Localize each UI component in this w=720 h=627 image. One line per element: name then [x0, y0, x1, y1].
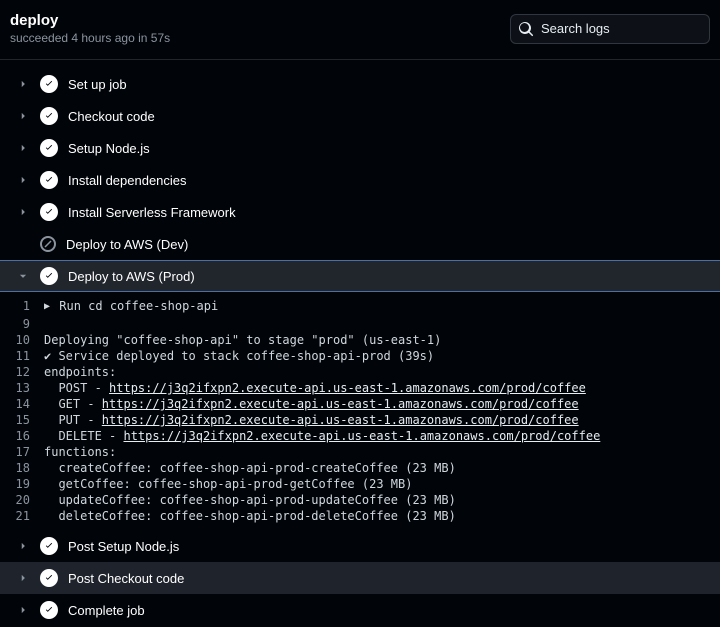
- endpoint-link-put[interactable]: https://j3q2ifxpn2.execute-api.us-east-1…: [102, 413, 579, 427]
- log-line[interactable]: 1▶ Run cd coffee-shop-api: [0, 298, 720, 316]
- log-line: 10Deploying "coffee-shop-api" to stage "…: [0, 332, 720, 348]
- endpoint-link-post[interactable]: https://j3q2ifxpn2.execute-api.us-east-1…: [109, 381, 586, 395]
- workflow-subtitle: succeeded 4 hours ago in 57s: [10, 31, 170, 45]
- chevron-right-icon: [16, 539, 30, 553]
- check-circle-icon: [40, 203, 58, 221]
- workflow-header: deploy succeeded 4 hours ago in 57s: [0, 0, 720, 60]
- check-circle-icon: [40, 537, 58, 555]
- step-checkout-code[interactable]: Checkout code: [0, 100, 720, 132]
- workflow-title: deploy: [10, 12, 170, 29]
- step-setup-node[interactable]: Setup Node.js: [0, 132, 720, 164]
- chevron-right-icon: [16, 173, 30, 187]
- chevron-right-icon: [16, 109, 30, 123]
- log-line: 16 DELETE - https://j3q2ifxpn2.execute-a…: [0, 428, 720, 444]
- step-setup-job[interactable]: Set up job: [0, 68, 720, 100]
- log-line: 15 PUT - https://j3q2ifxpn2.execute-api.…: [0, 412, 720, 428]
- step-install-serverless[interactable]: Install Serverless Framework: [0, 196, 720, 228]
- step-label: Set up job: [68, 77, 127, 92]
- step-complete-job[interactable]: Complete job: [0, 594, 720, 626]
- step-label: Checkout code: [68, 109, 155, 124]
- search-icon: [518, 21, 534, 37]
- step-label: Install dependencies: [68, 173, 187, 188]
- step-deploy-dev[interactable]: Deploy to AWS (Dev): [0, 228, 720, 260]
- caret-right-icon: ▶: [44, 301, 50, 312]
- chevron-right-icon: [16, 571, 30, 585]
- chevron-right-icon: [16, 603, 30, 617]
- step-label: Deploy to AWS (Dev): [66, 237, 188, 252]
- step-post-setup-node[interactable]: Post Setup Node.js: [0, 530, 720, 562]
- step-install-deps[interactable]: Install dependencies: [0, 164, 720, 196]
- step-label: Post Setup Node.js: [68, 539, 179, 554]
- log-line: 14 GET - https://j3q2ifxpn2.execute-api.…: [0, 396, 720, 412]
- header-left: deploy succeeded 4 hours ago in 57s: [10, 12, 170, 45]
- chevron-right-icon: [16, 205, 30, 219]
- log-line: 13 POST - https://j3q2ifxpn2.execute-api…: [0, 380, 720, 396]
- step-label: Post Checkout code: [68, 571, 184, 586]
- log-line: 19 getCoffee: coffee-shop-api-prod-getCo…: [0, 476, 720, 492]
- endpoint-link-delete[interactable]: https://j3q2ifxpn2.execute-api.us-east-1…: [123, 429, 600, 443]
- search-input[interactable]: [510, 14, 710, 44]
- endpoint-link-get[interactable]: https://j3q2ifxpn2.execute-api.us-east-1…: [102, 397, 579, 411]
- check-circle-icon: [40, 601, 58, 619]
- log-line: 17functions:: [0, 444, 720, 460]
- chevron-right-icon: [16, 141, 30, 155]
- log-line: 20 updateCoffee: coffee-shop-api-prod-up…: [0, 492, 720, 508]
- step-label: Install Serverless Framework: [68, 205, 236, 220]
- skip-circle-icon: [40, 236, 56, 252]
- log-output: 1▶ Run cd coffee-shop-api 9 10Deploying …: [0, 292, 720, 530]
- log-line: 18 createCoffee: coffee-shop-api-prod-cr…: [0, 460, 720, 476]
- check-circle-icon: [40, 139, 58, 157]
- step-label: Setup Node.js: [68, 141, 150, 156]
- check-circle-icon: [40, 107, 58, 125]
- log-line: 11✔ Service deployed to stack coffee-sho…: [0, 348, 720, 364]
- check-circle-icon: [40, 75, 58, 93]
- step-label: Complete job: [68, 603, 145, 618]
- log-line: 21 deleteCoffee: coffee-shop-api-prod-de…: [0, 508, 720, 524]
- chevron-down-icon: [16, 269, 30, 283]
- step-label: Deploy to AWS (Prod): [68, 269, 195, 284]
- steps-list: Set up job Checkout code Setup Node.js I…: [0, 60, 720, 626]
- check-circle-icon: [40, 267, 58, 285]
- search-wrap: [510, 14, 710, 44]
- step-post-checkout[interactable]: Post Checkout code: [0, 562, 720, 594]
- log-line: 12endpoints:: [0, 364, 720, 380]
- check-circle-icon: [40, 569, 58, 587]
- check-circle-icon: [40, 171, 58, 189]
- step-deploy-prod[interactable]: Deploy to AWS (Prod): [0, 260, 720, 292]
- log-line: 9: [0, 316, 720, 332]
- chevron-right-icon: [16, 77, 30, 91]
